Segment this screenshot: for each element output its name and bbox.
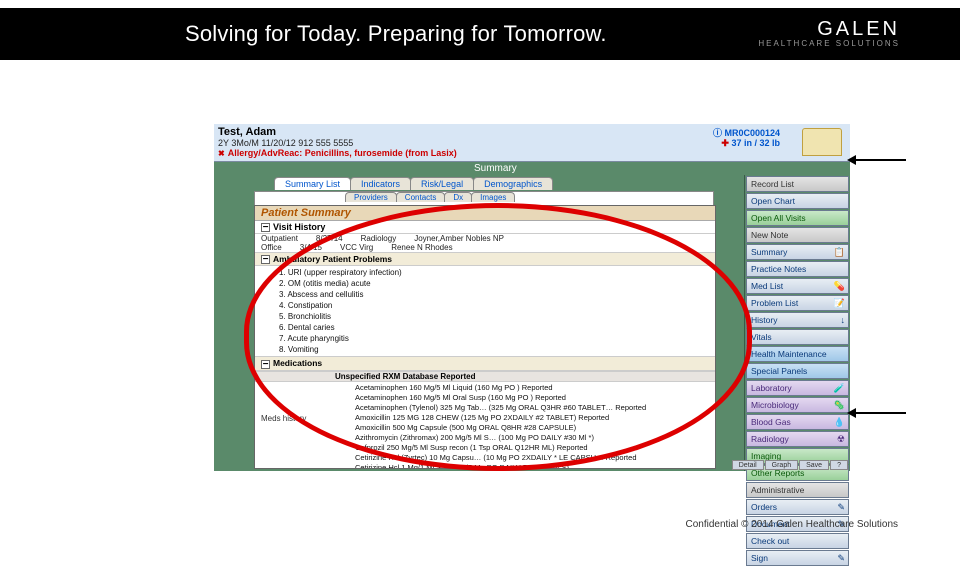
- logo-name: GALEN: [758, 18, 900, 41]
- sidebar-med-list[interactable]: Med List💊: [746, 278, 849, 294]
- tab-demographics[interactable]: Demographics: [473, 177, 553, 190]
- problem-item[interactable]: 6. Dental caries: [279, 322, 707, 333]
- subtab-images[interactable]: Images: [471, 192, 515, 202]
- folder-icon[interactable]: [802, 128, 842, 156]
- footer-detail[interactable]: Detail: [732, 460, 764, 470]
- rxm-subheader: Unspecified RXM Database Reported: [255, 371, 715, 382]
- galen-logo: GALEN HEALTHCARE SOLUTIONS: [758, 18, 900, 48]
- tab-risk-legal[interactable]: Risk/Legal: [410, 177, 474, 190]
- footer-?[interactable]: ?: [830, 460, 848, 470]
- medications-header[interactable]: −Medications: [255, 356, 715, 370]
- height-weight[interactable]: 37 in / 32 lb: [721, 138, 780, 149]
- medication-item[interactable]: Amoxicillin 500 Mg Capsule (500 Mg ORAL …: [355, 423, 707, 433]
- sidebar-special-panels[interactable]: Special Panels: [746, 363, 849, 379]
- sidebar-problem-list[interactable]: Problem List📝: [746, 295, 849, 311]
- annotation-arrow-top: [850, 159, 906, 161]
- sidebar-orders[interactable]: Orders✎: [746, 499, 849, 515]
- sidebar-administrative[interactable]: Administrative: [746, 482, 849, 498]
- sidebar-new-note[interactable]: New Note: [746, 227, 849, 243]
- patient-allergy: Allergy/AdvReac: Penicillins, furosemide…: [218, 148, 846, 158]
- problem-list: 1. URI (upper respiratory infection)2. O…: [255, 266, 715, 356]
- sidebar-sign[interactable]: Sign✎: [746, 550, 849, 566]
- patient-header: Test, Adam 2Y 3Mo/M 11/20/12 912 555 555…: [214, 124, 850, 162]
- sidebar-record-list[interactable]: Record List: [746, 176, 849, 192]
- sidebar-blood-gas[interactable]: Blood Gas💧: [746, 414, 849, 430]
- footer-graph[interactable]: Graph: [765, 460, 798, 470]
- ehr-window: Test, Adam 2Y 3Mo/M 11/20/12 912 555 555…: [214, 124, 850, 470]
- sidebar-history[interactable]: History↓: [746, 312, 849, 328]
- sidebar-icon: 💊: [834, 281, 845, 292]
- title-banner: Solving for Today. Preparing for Tomorro…: [0, 8, 960, 60]
- problem-item[interactable]: 8. Vomiting: [279, 344, 707, 355]
- sidebar-health-maintenance[interactable]: Health Maintenance: [746, 346, 849, 362]
- sidebar-vitals[interactable]: Vitals: [746, 329, 849, 345]
- right-sidebar: Record ListOpen ChartOpen All VisitsNew …: [744, 175, 850, 471]
- visit-history-header[interactable]: −Visit History: [255, 221, 715, 234]
- sidebar-radiology[interactable]: Radiology☢: [746, 431, 849, 447]
- panel-title: Patient Summary: [255, 206, 715, 221]
- problem-item[interactable]: 5. Bronchiolitis: [279, 311, 707, 322]
- medication-item[interactable]: Cetirizine Hcl (Zyrtec) 10 Mg Capsu… (10…: [355, 453, 707, 463]
- summary-heading: Summary: [214, 162, 850, 175]
- medication-list: Acetaminophen 160 Mg/5 Ml Liquid (160 Mg…: [255, 382, 715, 469]
- main-panel: Summary ListIndicatorsRisk/LegalDemograp…: [214, 175, 744, 471]
- banner-tagline: Solving for Today. Preparing for Tomorro…: [185, 21, 607, 47]
- footer-toolbar: DetailGraphSave?: [732, 460, 850, 470]
- sidebar-icon: 🧪: [834, 383, 845, 394]
- problem-item[interactable]: 7. Acute pharyngitis: [279, 333, 707, 344]
- problem-item[interactable]: 3. Abscess and cellulitis: [279, 289, 707, 300]
- medication-item[interactable]: Cetirizine Hcl 1 Mg/1 Ml Solution (5 Mg …: [355, 463, 707, 469]
- sidebar-icon: 💧: [834, 417, 845, 428]
- logo-subtitle: HEALTHCARE SOLUTIONS: [758, 39, 900, 48]
- sidebar-icon: ☢: [837, 434, 845, 445]
- subtab-providers[interactable]: Providers: [345, 192, 397, 202]
- sidebar-laboratory[interactable]: Laboratory🧪: [746, 380, 849, 396]
- sidebar-icon: 📝: [834, 298, 845, 309]
- visit-row[interactable]: Outpatient8/27/14RadiologyJoyner,Amber N…: [255, 234, 715, 243]
- sidebar-icon: ✎: [837, 502, 845, 513]
- sidebar-check-out[interactable]: Check out: [746, 533, 849, 549]
- problems-header[interactable]: −Ambulatory Patient Problems: [255, 252, 715, 266]
- medication-item[interactable]: Azithromycin (Zithromax) 200 Mg/5 Ml S… …: [355, 433, 707, 443]
- problem-item[interactable]: 1. URI (upper respiratory infection): [279, 267, 707, 278]
- medication-item[interactable]: Acetaminophen (Tylenol) 325 Mg Tab… (325…: [355, 403, 707, 413]
- medication-item[interactable]: Acetaminophen 160 Mg/5 Ml Oral Susp (160…: [355, 393, 707, 403]
- medication-item[interactable]: Acetaminophen 160 Mg/5 Ml Liquid (160 Mg…: [355, 383, 707, 393]
- visit-row[interactable]: Office3/4/15VCC VirgRenee N Rhodes: [255, 243, 715, 252]
- sidebar-icon: 📋: [834, 247, 845, 258]
- subtab-contacts[interactable]: Contacts: [396, 192, 446, 202]
- sidebar-microbiology[interactable]: Microbiology🦠: [746, 397, 849, 413]
- meds-history-label: Meds history: [261, 414, 306, 423]
- sidebar-summary[interactable]: Summary📋: [746, 244, 849, 260]
- medication-item[interactable]: Cefprozil 250 Mg/5 Ml Susp recon (1 Tsp …: [355, 443, 707, 453]
- sidebar-open-chart[interactable]: Open Chart: [746, 193, 849, 209]
- subtab-dx[interactable]: Dx: [444, 192, 472, 202]
- sidebar-icon: ↓: [841, 315, 846, 325]
- patient-summary-panel: Patient Summary −Visit History Outpatien…: [254, 205, 716, 469]
- medication-item[interactable]: Amoxicillin 125 MG 128 CHEW (125 Mg PO 2…: [355, 413, 707, 423]
- sidebar-open-all-visits[interactable]: Open All Visits: [746, 210, 849, 226]
- sub-tabs: ProvidersContactsDxImages: [254, 191, 714, 205]
- problem-item[interactable]: 2. OM (otitis media) acute: [279, 278, 707, 289]
- sidebar-icon: ✎: [837, 553, 845, 564]
- footer-save[interactable]: Save: [799, 460, 829, 470]
- top-tabs: Summary ListIndicatorsRisk/LegalDemograp…: [214, 175, 744, 191]
- tab-indicators[interactable]: Indicators: [350, 177, 411, 190]
- problem-item[interactable]: 4. Constipation: [279, 300, 707, 311]
- sidebar-practice-notes[interactable]: Practice Notes: [746, 261, 849, 277]
- annotation-arrow-bottom: [850, 412, 906, 414]
- tab-summary-list[interactable]: Summary List: [274, 177, 351, 190]
- confidential-footer: Confidential © 2014 Galen Healthcare Sol…: [686, 519, 899, 530]
